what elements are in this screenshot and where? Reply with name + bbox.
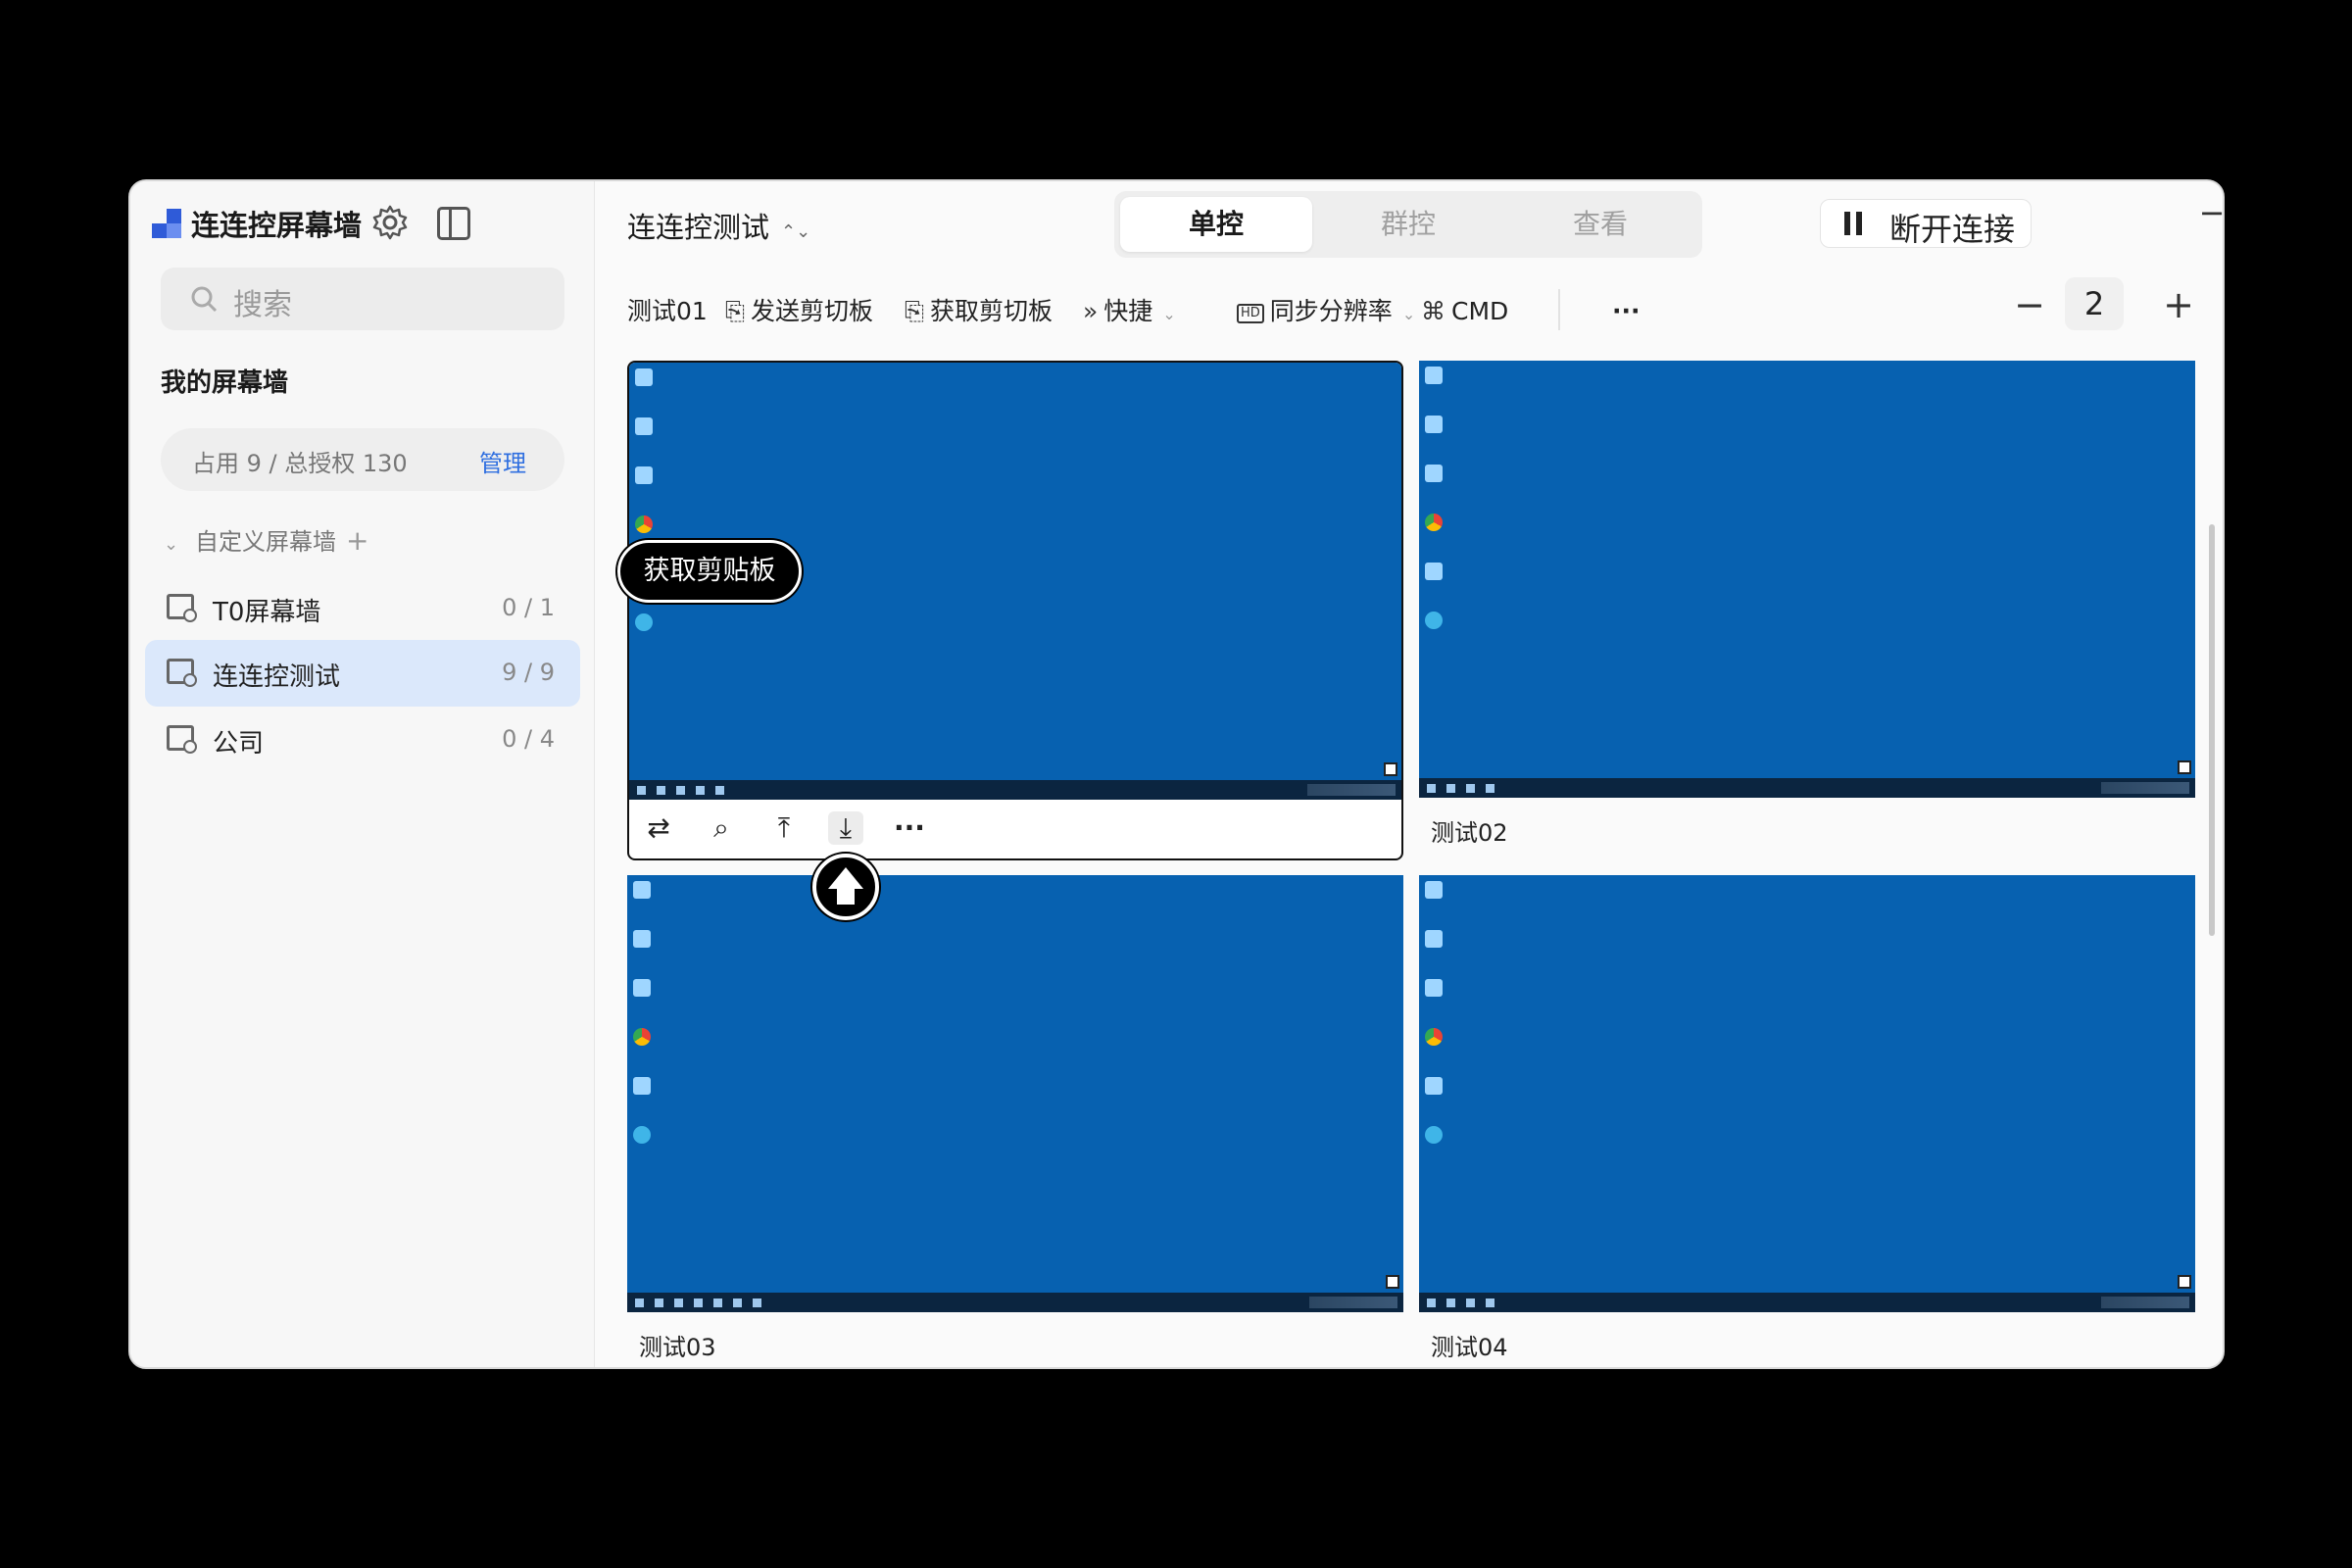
disconnect-button[interactable]: 断开连接 bbox=[1820, 199, 2032, 248]
remote-screen[interactable] bbox=[1419, 875, 2195, 1312]
wall-name: 公司 bbox=[213, 729, 265, 759]
sidebar-item-lianliankong-test[interactable]: 连连控测试 9 / 9 bbox=[145, 640, 580, 707]
group-title: 连连控测试 bbox=[627, 211, 770, 244]
disconnect-label: 断开连接 bbox=[1889, 211, 2016, 248]
get-clipboard-button[interactable]: ⎘ 获取剪切板 bbox=[905, 287, 1053, 336]
send-clipboard-button[interactable]: ⎘ 发送剪切板 bbox=[725, 287, 873, 336]
taskbar bbox=[1419, 778, 2195, 798]
cmd-label: CMD bbox=[1451, 297, 1509, 325]
overlay-icon bbox=[2178, 760, 2191, 774]
app-window: 连连控屏幕墙 搜索 我的屏幕墙 占用 9 / 总授权 130 管理 ⌄ 自定义屏幕… bbox=[128, 179, 2225, 1369]
search-icon bbox=[191, 286, 218, 313]
remote-screen[interactable] bbox=[627, 875, 1403, 1312]
app-logo-icon bbox=[152, 209, 181, 238]
section-title: 我的屏幕墙 bbox=[161, 368, 289, 398]
shortcut-label: 快捷 bbox=[1103, 297, 1153, 325]
device-tile-01[interactable]: ⇄ ⌕ ⤒ ⤓ ··· bbox=[627, 361, 1403, 860]
app-title: 连连控屏幕墙 bbox=[191, 209, 363, 242]
cmd-button[interactable]: ⌘ CMD bbox=[1421, 287, 1508, 336]
search-input[interactable]: 搜索 bbox=[161, 268, 564, 330]
sidebar-item-company[interactable]: 公司 0 / 4 bbox=[145, 707, 580, 773]
scrollbar[interactable] bbox=[2209, 524, 2215, 936]
send-clipboard-icon[interactable]: ⤒ bbox=[766, 811, 802, 845]
switch-icon[interactable]: ⇄ bbox=[641, 811, 676, 845]
sidebar: 连连控屏幕墙 搜索 我的屏幕墙 占用 9 / 总授权 130 管理 ⌄ 自定义屏幕… bbox=[130, 181, 595, 1367]
main-panel: 连连控测试⌃⌄ 单控 群控 查看 断开连接 − □ ✕ 测试01 ⎘发送剪切板 … bbox=[595, 181, 2223, 1367]
desktop-icons bbox=[1425, 881, 1448, 1175]
overlay-icon bbox=[2178, 1275, 2191, 1289]
desktop-icons bbox=[633, 881, 657, 1175]
pause-icon bbox=[1844, 212, 1862, 235]
sync-resolution-label: 同步分辨率 bbox=[1269, 297, 1393, 325]
chevron-updown-icon: ⌃⌄ bbox=[781, 221, 811, 242]
wall-name: T0屏幕墙 bbox=[213, 598, 321, 627]
gear-icon[interactable] bbox=[370, 203, 410, 242]
more-icon[interactable]: ··· bbox=[892, 811, 927, 845]
taskbar bbox=[629, 780, 1401, 800]
zoom-out-button[interactable]: − bbox=[2010, 285, 2049, 324]
wall-count: 0 / 1 bbox=[502, 594, 555, 621]
send-clipboard-label: 发送剪切板 bbox=[751, 297, 874, 325]
desktop-icons bbox=[635, 368, 659, 662]
device-tile-03[interactable]: 测试03 bbox=[627, 875, 1403, 1361]
wall-count: 0 / 4 bbox=[502, 725, 555, 753]
more-button[interactable]: ··· bbox=[1612, 287, 1641, 336]
device-tile-02[interactable]: 测试02 bbox=[1419, 361, 2195, 847]
tile-label: 测试03 bbox=[639, 1334, 716, 1361]
custom-walls-header[interactable]: ⌄ 自定义屏幕墙 + bbox=[164, 522, 368, 557]
overlay-icon bbox=[1384, 762, 1397, 776]
pointer-cursor-icon bbox=[812, 854, 879, 920]
clipboard-download-icon: ⎘ bbox=[905, 297, 925, 325]
taskbar bbox=[1419, 1293, 2195, 1312]
shortcut-icon: » bbox=[1083, 297, 1099, 325]
shortcut-dropdown[interactable]: » 快捷 ⌄ bbox=[1083, 287, 1176, 336]
hd-icon: HD bbox=[1237, 304, 1264, 323]
sync-resolution-dropdown[interactable]: HD 同步分辨率 ⌄ bbox=[1237, 287, 1415, 336]
minimize-button[interactable]: − bbox=[2192, 193, 2223, 232]
zoom-in-button[interactable]: + bbox=[2159, 285, 2198, 324]
chevron-down-icon[interactable]: ⌄ bbox=[164, 534, 181, 555]
command-icon: ⌘ bbox=[1421, 297, 1446, 325]
screen-wall-icon bbox=[167, 725, 197, 754]
chevron-down-icon: ⌄ bbox=[1162, 305, 1176, 323]
custom-walls-label: 自定义屏幕墙 bbox=[195, 528, 336, 556]
tooltip: 获取剪贴板 bbox=[617, 540, 802, 603]
tab-view[interactable]: 查看 bbox=[1504, 197, 1696, 252]
mode-tabs: 单控 群控 查看 bbox=[1114, 191, 1702, 258]
clipboard-upload-icon: ⎘ bbox=[725, 297, 746, 325]
screenshot-icon[interactable]: ⌕ bbox=[704, 811, 739, 845]
overlay-icon bbox=[1386, 1275, 1399, 1289]
tab-single-control[interactable]: 单控 bbox=[1120, 197, 1312, 252]
get-clipboard-icon[interactable]: ⤓ bbox=[828, 811, 863, 845]
group-selector[interactable]: 连连控测试 ⌃⌄ bbox=[627, 205, 810, 246]
toolbar-divider bbox=[1558, 289, 1560, 330]
sidebar-item-t0[interactable]: T0屏幕墙 0 / 1 bbox=[145, 575, 580, 642]
taskbar bbox=[627, 1293, 1403, 1312]
wall-name: 连连控测试 bbox=[213, 662, 341, 692]
license-usage: 占用 9 / 总授权 130 管理 bbox=[161, 428, 564, 491]
get-clipboard-label: 获取剪切板 bbox=[930, 297, 1054, 325]
current-device-label: 测试01 bbox=[627, 297, 708, 325]
screen-wall-icon bbox=[167, 594, 197, 622]
tab-group-control[interactable]: 群控 bbox=[1312, 197, 1504, 252]
manage-link[interactable]: 管理 bbox=[479, 444, 526, 478]
tile-action-bar: ⇄ ⌕ ⤒ ⤓ ··· bbox=[629, 800, 1401, 857]
screen-wall-icon bbox=[167, 659, 197, 687]
tile-label: 测试02 bbox=[1431, 819, 1508, 847]
usage-text: 占用 9 / 总授权 130 bbox=[192, 450, 408, 477]
add-wall-icon[interactable]: + bbox=[346, 524, 368, 557]
wall-count: 9 / 9 bbox=[502, 659, 555, 686]
search-placeholder: 搜索 bbox=[233, 288, 292, 322]
tile-label: 测试04 bbox=[1431, 1334, 1508, 1361]
chevron-down-icon: ⌄ bbox=[1401, 305, 1416, 323]
device-tile-04[interactable]: 测试04 bbox=[1419, 875, 2195, 1361]
remote-screen[interactable] bbox=[1419, 361, 2195, 798]
desktop-icons bbox=[1425, 367, 1448, 661]
zoom-level[interactable]: 2 bbox=[2065, 277, 2124, 330]
sidebar-toggle-icon[interactable] bbox=[437, 207, 470, 240]
